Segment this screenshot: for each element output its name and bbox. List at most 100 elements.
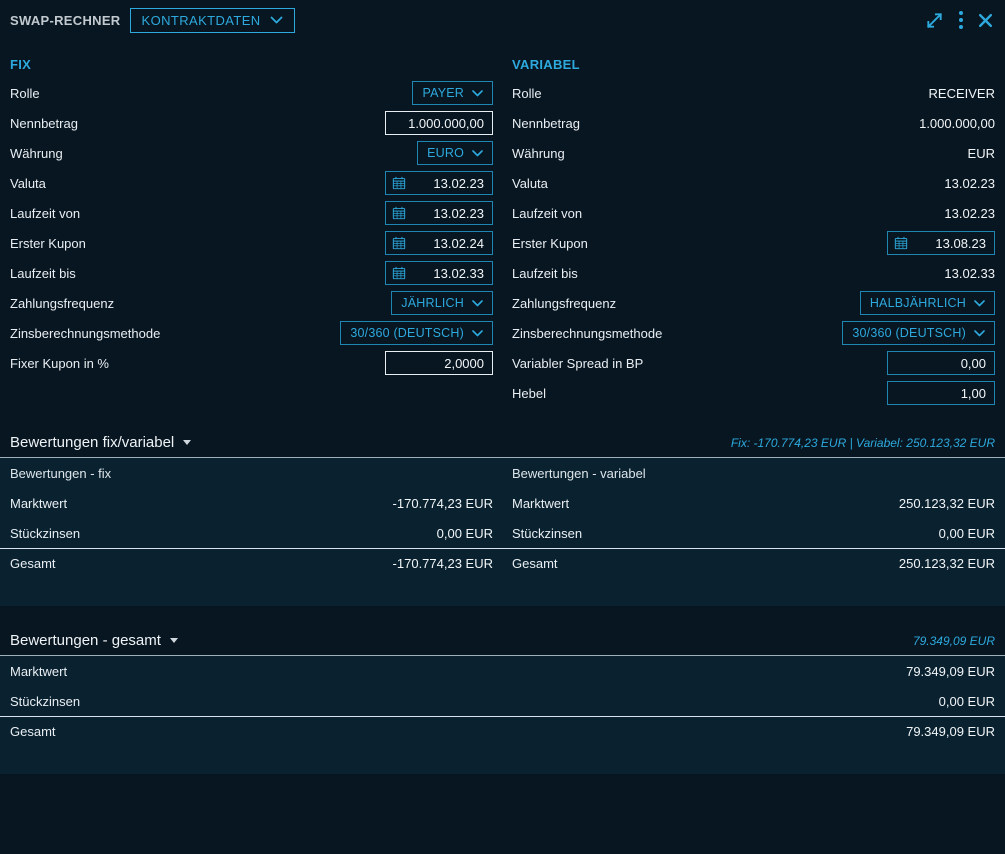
form-row: Rolle RECEIVER (512, 78, 995, 108)
var-nennbetrag-value: 1.000.000,00 (919, 116, 995, 131)
row-label: Stückzinsen (512, 526, 582, 541)
fix-table-header: Bewertungen - fix (10, 466, 111, 481)
row-label: Gesamt (10, 556, 56, 571)
chevron-down-icon (472, 150, 483, 157)
form-row: Variabler Spread in BP (512, 348, 995, 378)
fix-erster-kupon-label: Erster Kupon (10, 236, 86, 251)
section-title: Bewertungen fix/variabel (10, 434, 174, 451)
form-row: Erster Kupon 13.08.23 (512, 228, 995, 258)
fix-rolle-value: PAYER (422, 86, 464, 100)
calendar-icon (392, 236, 406, 250)
var-zahlungsfrequenz-dropdown[interactable]: HALBJÄHRLICH (860, 291, 995, 315)
variabel-table-header: Bewertungen - variabel (512, 466, 646, 481)
var-hebel-input[interactable] (887, 381, 995, 405)
var-spread-input[interactable] (887, 351, 995, 375)
form-row: Zahlungsfrequenz JÄHRLICH (10, 288, 493, 318)
row-value: -170.774,23 EUR (393, 496, 493, 511)
form-row: Valuta 13.02.23 (512, 168, 995, 198)
section-title: Bewertungen - gesamt (10, 632, 161, 649)
chevron-down-icon (270, 16, 283, 24)
chevron-down-icon (974, 300, 985, 307)
form-row: Rolle PAYER (10, 78, 493, 108)
fix-laufzeit-bis-datepicker[interactable]: 13.02.33 (385, 261, 493, 285)
fix-laufzeit-von-label: Laufzeit von (10, 206, 80, 221)
form-row: Valuta 13.02.23 (10, 168, 493, 198)
var-laufzeit-bis-label: Laufzeit bis (512, 266, 578, 281)
form-row: Zahlungsfrequenz HALBJÄHRLICH (512, 288, 995, 318)
fix-zahlungsfrequenz-dropdown[interactable]: JÄHRLICH (391, 291, 493, 315)
view-selector-label: KONTRAKTDATEN (142, 13, 261, 28)
fix-valuta-datepicker[interactable]: 13.02.23 (385, 171, 493, 195)
variabel-column-heading: VARIABEL (512, 54, 995, 74)
var-zinsberechnungsmethode-label: Zinsberechnungsmethode (512, 326, 662, 341)
fix-zahlungsfrequenz-value: JÄHRLICH (401, 296, 464, 310)
chevron-down-icon (472, 300, 483, 307)
app-title: SWAP-RECHNER (10, 13, 121, 28)
row-value: 0,00 EUR (939, 694, 995, 709)
fix-erster-kupon-value: 13.02.24 (412, 236, 484, 251)
fix-column: FIX Rolle PAYER Nennbetrag Währung EURO … (10, 54, 493, 408)
kebab-menu-icon[interactable] (959, 11, 963, 29)
fix-zinsberechnungsmethode-value: 30/360 (DEUTSCH) (350, 326, 464, 340)
form-row: Währung EUR (512, 138, 995, 168)
var-erster-kupon-value: 13.08.23 (914, 236, 986, 251)
fix-laufzeit-von-datepicker[interactable]: 13.02.23 (385, 201, 493, 225)
var-zinsberechnungsmethode-value: 30/360 (DEUTSCH) (852, 326, 966, 340)
calendar-icon (392, 206, 406, 220)
close-icon[interactable] (978, 13, 993, 28)
caret-down-icon (183, 440, 191, 445)
form-row: Laufzeit von 13.02.23 (10, 198, 493, 228)
fix-zahlungsfrequenz-label: Zahlungsfrequenz (10, 296, 114, 311)
var-waehrung-value: EUR (968, 146, 995, 161)
section-header: Bewertungen - gesamt 79.349,09 EUR (0, 626, 1005, 656)
table-row: Stückzinsen 0,00 EUR (0, 686, 1005, 716)
var-zahlungsfrequenz-label: Zahlungsfrequenz (512, 296, 616, 311)
valuations-fix-variabel-toggle[interactable]: Bewertungen fix/variabel (10, 434, 191, 451)
var-laufzeit-bis-value: 13.02.33 (944, 266, 995, 281)
fix-rolle-dropdown[interactable]: PAYER (412, 81, 493, 105)
fix-waehrung-dropdown[interactable]: EURO (417, 141, 493, 165)
fix-column-heading: FIX (10, 54, 493, 74)
expand-icon[interactable] (925, 11, 944, 30)
fix-zinsberechnungsmethode-label: Zinsberechnungsmethode (10, 326, 160, 341)
fix-nennbetrag-input[interactable] (385, 111, 493, 135)
row-value: 250.123,32 EUR (899, 556, 995, 571)
fix-laufzeit-bis-label: Laufzeit bis (10, 266, 76, 281)
titlebar: SWAP-RECHNER KONTRAKTDATEN (0, 0, 1005, 40)
var-laufzeit-von-value: 13.02.23 (944, 206, 995, 221)
fix-erster-kupon-datepicker[interactable]: 13.02.24 (385, 231, 493, 255)
fix-zinsberechnungsmethode-dropdown[interactable]: 30/360 (DEUTSCH) (340, 321, 493, 345)
valuations-gesamt-section: Bewertungen - gesamt 79.349,09 EUR Markt… (0, 626, 1005, 774)
form-row: Laufzeit von 13.02.23 (512, 198, 995, 228)
var-erster-kupon-datepicker[interactable]: 13.08.23 (887, 231, 995, 255)
var-zinsberechnungsmethode-dropdown[interactable]: 30/360 (DEUTSCH) (842, 321, 995, 345)
row-label: Marktwert (10, 664, 67, 679)
row-label: Stückzinsen (10, 526, 80, 541)
form-row: Fixer Kupon in % (10, 348, 493, 378)
fix-rolle-label: Rolle (10, 86, 40, 101)
valuations-gesamt-table: Marktwert 79.349,09 EUR Stückzinsen 0,00… (0, 656, 1005, 774)
form-row: Zinsberechnungsmethode 30/360 (DEUTSCH) (512, 318, 995, 348)
fix-fixer-kupon-input[interactable] (385, 351, 493, 375)
valuations-gesamt-toggle[interactable]: Bewertungen - gesamt (10, 632, 178, 649)
var-spread-label: Variabler Spread in BP (512, 356, 643, 371)
row-value: 79.349,09 EUR (906, 664, 995, 679)
table-total-row: Gesamt 79.349,09 EUR (0, 716, 1005, 746)
caret-down-icon (170, 638, 178, 643)
table-row: Stückzinsen 0,00 EUR Stückzinsen 0,00 EU… (0, 518, 1005, 548)
var-zahlungsfrequenz-value: HALBJÄHRLICH (870, 296, 966, 310)
form-row: Hebel (512, 378, 995, 408)
table-total-row: Gesamt -170.774,23 EUR Gesamt 250.123,32… (0, 548, 1005, 578)
form-row: Währung EURO (10, 138, 493, 168)
variabel-column: VARIABEL Rolle RECEIVER Nennbetrag 1.000… (512, 54, 995, 408)
calendar-icon (894, 236, 908, 250)
section-summary: Fix: -170.774,23 EUR | Variabel: 250.123… (731, 436, 995, 450)
contract-form: FIX Rolle PAYER Nennbetrag Währung EURO … (0, 40, 1005, 408)
fix-fixer-kupon-label: Fixer Kupon in % (10, 356, 109, 371)
view-selector-dropdown[interactable]: KONTRAKTDATEN (130, 8, 295, 33)
calendar-icon (392, 266, 406, 280)
table-row: Marktwert 79.349,09 EUR (0, 656, 1005, 686)
section-header: Bewertungen fix/variabel Fix: -170.774,2… (0, 428, 1005, 458)
row-value: 250.123,32 EUR (899, 496, 995, 511)
var-nennbetrag-label: Nennbetrag (512, 116, 580, 131)
